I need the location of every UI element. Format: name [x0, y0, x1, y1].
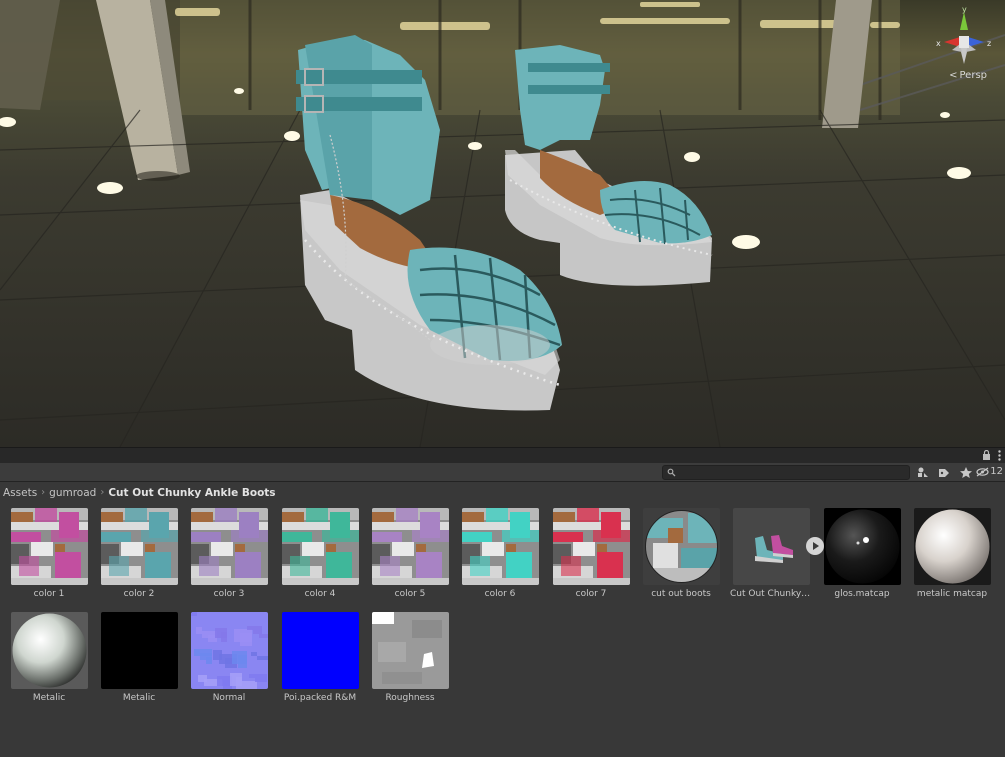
asset-thumbnail [642, 508, 720, 585]
breadcrumb-gumroad[interactable]: gumroad [49, 487, 96, 499]
asset-thumbnail [190, 612, 268, 689]
asset-thumbnail [823, 508, 901, 585]
asset-item[interactable]: Cut Out Chunky ... [726, 508, 816, 599]
scene-backdrop [0, 0, 1005, 447]
asset-label: cut out boots [651, 589, 711, 599]
asset-item[interactable]: Poi.packed R&M [275, 612, 365, 703]
asset-label: Roughness [385, 693, 435, 703]
breadcrumb-assets[interactable]: Assets [3, 487, 37, 499]
breadcrumb: Assets › gumroad › Cut Out Chunky Ankle … [0, 482, 1005, 503]
asset-label: color 7 [575, 589, 607, 599]
asset-thumbnail [100, 612, 178, 689]
asset-item[interactable]: color 7 [546, 508, 636, 599]
breadcrumb-current-folder[interactable]: Cut Out Chunky Ankle Boots [108, 487, 275, 499]
projection-label: Persp [959, 70, 988, 81]
asset-thumbnail [190, 508, 268, 585]
hidden-packages-toggle[interactable]: 12 [976, 466, 1003, 477]
asset-thumbnail [461, 508, 539, 585]
chevron-right-icon: › [100, 487, 105, 498]
asset-thumbnail [732, 508, 810, 585]
asset-item[interactable]: Metalic [4, 612, 94, 703]
asset-thumbnail [913, 508, 991, 585]
gizmo-z-label: z [987, 39, 991, 48]
chevron-right-icon: › [41, 487, 46, 498]
search-field[interactable] [662, 465, 910, 480]
asset-label: color 6 [484, 589, 516, 599]
asset-thumbnail [281, 612, 359, 689]
asset-thumbnail [371, 612, 449, 689]
asset-item[interactable]: color 2 [94, 508, 184, 599]
asset-thumbnail [552, 508, 630, 585]
asset-label: Normal [212, 693, 246, 703]
search-by-label-icon[interactable] [935, 465, 953, 480]
asset-thumbnail [281, 508, 359, 585]
asset-label: color 3 [213, 589, 245, 599]
asset-label: metalic matcap [916, 589, 988, 599]
asset-item[interactable]: Normal [184, 612, 274, 703]
asset-item[interactable]: color 1 [4, 508, 94, 599]
project-tab-bar [0, 447, 1005, 463]
asset-thumbnail [100, 508, 178, 585]
asset-label: glos.matcap [834, 589, 890, 599]
asset-item[interactable]: color 5 [365, 508, 455, 599]
asset-label: Cut Out Chunky ... [730, 589, 813, 599]
search-icon [667, 468, 676, 477]
asset-item[interactable]: cut out boots [636, 508, 726, 599]
asset-label: Poi.packed R&M [283, 693, 357, 703]
asset-item[interactable]: Roughness [365, 612, 455, 703]
more-options-icon[interactable] [998, 450, 1001, 461]
gizmo-x-label: x [936, 39, 941, 48]
eye-slash-icon [976, 467, 989, 476]
asset-thumbnail [10, 508, 88, 585]
search-by-type-icon[interactable] [914, 465, 932, 480]
asset-label: color 5 [394, 589, 426, 599]
asset-item[interactable]: color 6 [455, 508, 545, 599]
unity-editor: y x z < Persp 12 Assets › gumroad › Cut … [0, 0, 1005, 757]
asset-item[interactable]: color 3 [184, 508, 274, 599]
lock-icon[interactable] [982, 450, 991, 460]
project-toolbar: 12 [0, 463, 1005, 482]
hidden-count-label: 12 [990, 466, 1003, 477]
asset-label: color 2 [123, 589, 155, 599]
scene-view[interactable]: y x z < Persp [0, 0, 1005, 447]
gizmo-y-label: y [962, 6, 967, 14]
asset-label: color 1 [33, 589, 65, 599]
asset-item[interactable]: color 4 [275, 508, 365, 599]
asset-item[interactable]: glos.matcap [817, 508, 907, 599]
asset-thumbnail [371, 508, 449, 585]
asset-label: color 4 [304, 589, 336, 599]
asset-label: Metalic [32, 693, 66, 703]
asset-thumbnail [10, 612, 88, 689]
asset-item[interactable]: Metalic [94, 612, 184, 703]
chevron-left-icon: < [949, 70, 958, 81]
asset-label: Metalic [122, 693, 156, 703]
projection-toggle[interactable]: < Persp [949, 70, 987, 81]
asset-item[interactable]: metalic matcap [907, 508, 997, 599]
favorite-star-icon[interactable] [957, 465, 975, 480]
project-window: 12 Assets › gumroad › Cut Out Chunky Ank… [0, 447, 1005, 757]
